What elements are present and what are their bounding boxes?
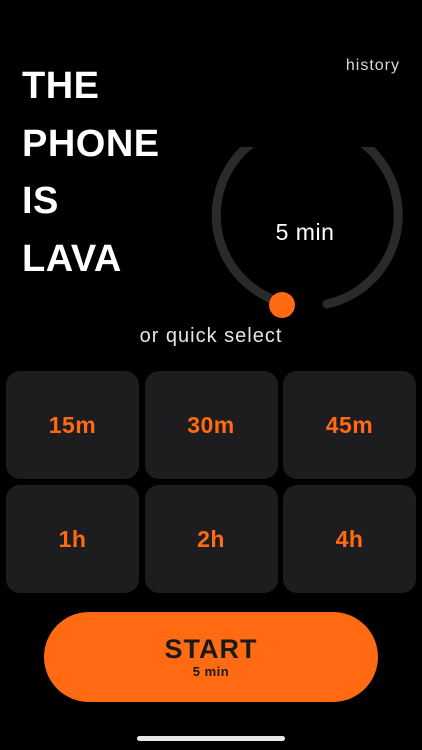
- title-line: THE: [22, 65, 100, 107]
- title-line: PHONE: [22, 122, 160, 165]
- start-button-duration: 5 min: [192, 664, 230, 679]
- quick-select-30m-button[interactable]: 30m: [144, 371, 278, 479]
- title-line: LAVA: [22, 237, 122, 280]
- history-link[interactable]: history: [346, 57, 400, 75]
- start-button-label: START: [164, 634, 258, 664]
- start-button[interactable]: START 5 min: [44, 612, 378, 702]
- quick-select-15m-button[interactable]: 15m: [6, 371, 139, 479]
- quick-select-option-label: 45m: [325, 411, 374, 438]
- quick-select-option-label: 1h: [58, 525, 87, 552]
- timer-dial[interactable]: 5 min: [205, 147, 405, 318]
- title-line: IS: [22, 180, 59, 222]
- quick-select-4h-button[interactable]: 4h: [283, 485, 416, 593]
- quick-select-option-label: 15m: [48, 411, 97, 438]
- timer-handle[interactable]: [269, 292, 295, 318]
- quick-select-grid: 15m 30m 45m 1h 2h 4h: [6, 371, 416, 593]
- quick-select-1h-button[interactable]: 1h: [6, 485, 139, 593]
- quick-select-option-label: 2h: [197, 525, 225, 552]
- home-indicator[interactable]: [137, 736, 285, 741]
- quick-select-option-label: 30m: [187, 411, 235, 438]
- quick-select-45m-button[interactable]: 45m: [283, 371, 416, 479]
- quick-select-option-label: 4h: [335, 525, 364, 552]
- app-title: THE PHONE IS LAVA: [22, 58, 160, 288]
- quick-select-2h-button[interactable]: 2h: [144, 485, 278, 593]
- quick-select-label: or quick select: [139, 325, 283, 347]
- timer-value: 5 min: [275, 219, 335, 245]
